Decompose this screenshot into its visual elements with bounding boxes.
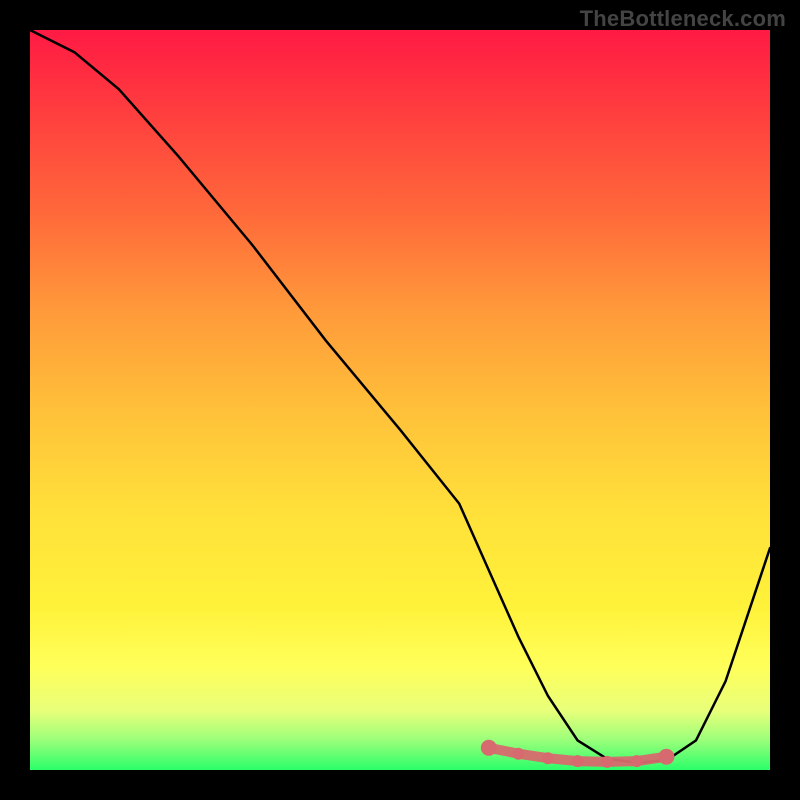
watermark-text: TheBottleneck.com (580, 6, 786, 32)
chart-svg (0, 0, 800, 800)
sweet-spot-dot (601, 756, 613, 768)
sweet-spot-end-dot (658, 749, 674, 765)
bottleneck-curve-path (30, 30, 770, 763)
sweet-spot-dot (542, 752, 554, 764)
sweet-spot-dot (572, 755, 584, 767)
sweet-spot-dot (512, 748, 524, 760)
sweet-spot-dot (631, 755, 643, 767)
sweet-spot-highlight (481, 740, 675, 768)
bottleneck-curve (30, 30, 770, 763)
sweet-spot-end-dot (481, 740, 497, 756)
